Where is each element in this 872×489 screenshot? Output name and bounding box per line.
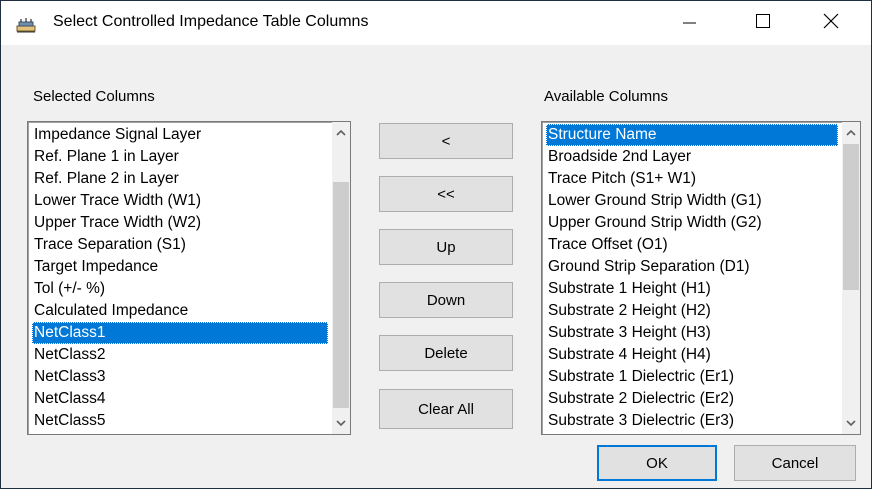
selected-items-container: Impedance Signal Layer Ref. Plane 1 in La… (32, 124, 328, 432)
list-item[interactable]: Structure Name (546, 124, 838, 146)
list-item[interactable]: Calculated Impedance (32, 300, 328, 322)
list-item[interactable]: Substrate 2 Dielectric (Er2) (546, 388, 838, 410)
list-item[interactable]: Tol (+/- %) (32, 278, 328, 300)
list-item[interactable]: Trace Separation (S1) (32, 234, 328, 256)
move-all-button[interactable]: << (379, 176, 513, 212)
list-item[interactable]: Substrate 3 Dielectric (Er3) (546, 410, 838, 432)
list-item[interactable]: Ref. Plane 1 in Layer (32, 146, 328, 168)
scroll-thumb[interactable] (333, 182, 349, 408)
minimize-icon (681, 13, 697, 33)
list-item[interactable]: Broadside 2nd Layer (546, 146, 838, 168)
selected-scrollbar[interactable] (332, 122, 350, 434)
list-item[interactable]: Ground Strip Separation (D1) (546, 256, 838, 278)
pcb-app-icon (15, 17, 37, 33)
down-button[interactable]: Down (379, 282, 513, 318)
list-item[interactable]: Target Impedance (32, 256, 328, 278)
minimize-button[interactable] (657, 1, 721, 45)
list-item[interactable]: NetClass1 (32, 322, 328, 344)
list-item[interactable]: Impedance Signal Layer (32, 124, 328, 146)
scroll-thumb[interactable] (843, 144, 859, 290)
window-title: Select Controlled Impedance Table Column… (53, 13, 369, 30)
selected-columns-list[interactable]: Impedance Signal Layer Ref. Plane 1 in La… (27, 121, 351, 435)
list-item[interactable]: Lower Ground Strip Width (G1) (546, 190, 838, 212)
list-item[interactable]: NetClass5 (32, 410, 328, 432)
scroll-up-arrow-icon[interactable] (842, 124, 860, 142)
available-columns-label: Available Columns (544, 88, 668, 105)
close-button[interactable] (799, 1, 863, 45)
scroll-down-arrow-icon[interactable] (842, 414, 860, 432)
available-columns-list[interactable]: Structure Name Broadside 2nd Layer Trace P… (541, 121, 861, 435)
ok-button[interactable]: OK (597, 445, 717, 481)
maximize-button[interactable] (731, 1, 795, 45)
list-item[interactable]: Substrate 1 Height (H1) (546, 278, 838, 300)
available-scrollbar[interactable] (842, 122, 860, 434)
up-button[interactable]: Up (379, 229, 513, 265)
clear-all-button[interactable]: Clear All (379, 389, 513, 429)
list-item[interactable]: Ref. Plane 2 in Layer (32, 168, 328, 190)
scroll-up-arrow-icon[interactable] (332, 124, 350, 142)
maximize-icon (755, 13, 771, 33)
dialog-window: Select Controlled Impedance Table Column… (0, 0, 872, 489)
delete-button[interactable]: Delete (379, 335, 513, 371)
list-item[interactable]: Trace Offset (O1) (546, 234, 838, 256)
available-items-container: Structure Name Broadside 2nd Layer Trace P… (546, 124, 838, 432)
list-item[interactable]: Substrate 2 Height (H2) (546, 300, 838, 322)
list-item[interactable]: Substrate 3 Height (H3) (546, 322, 838, 344)
close-icon (823, 13, 839, 33)
list-item[interactable]: NetClass3 (32, 366, 328, 388)
move-one-button[interactable]: < (379, 123, 513, 159)
list-item[interactable]: NetClass4 (32, 388, 328, 410)
list-item[interactable]: Trace Pitch (S1+ W1) (546, 168, 838, 190)
selected-columns-label: Selected Columns (33, 88, 155, 105)
list-item[interactable]: Substrate 4 Height (H4) (546, 344, 838, 366)
list-item[interactable]: Upper Ground Strip Width (G2) (546, 212, 838, 234)
list-item[interactable]: Lower Trace Width (W1) (32, 190, 328, 212)
list-item[interactable]: Substrate 1 Dielectric (Er1) (546, 366, 838, 388)
list-item[interactable]: Upper Trace Width (W2) (32, 212, 328, 234)
title-bar[interactable]: Select Controlled Impedance Table Column… (1, 1, 871, 45)
cancel-button[interactable]: Cancel (734, 445, 856, 481)
list-item[interactable]: NetClass2 (32, 344, 328, 366)
scroll-down-arrow-icon[interactable] (332, 414, 350, 432)
